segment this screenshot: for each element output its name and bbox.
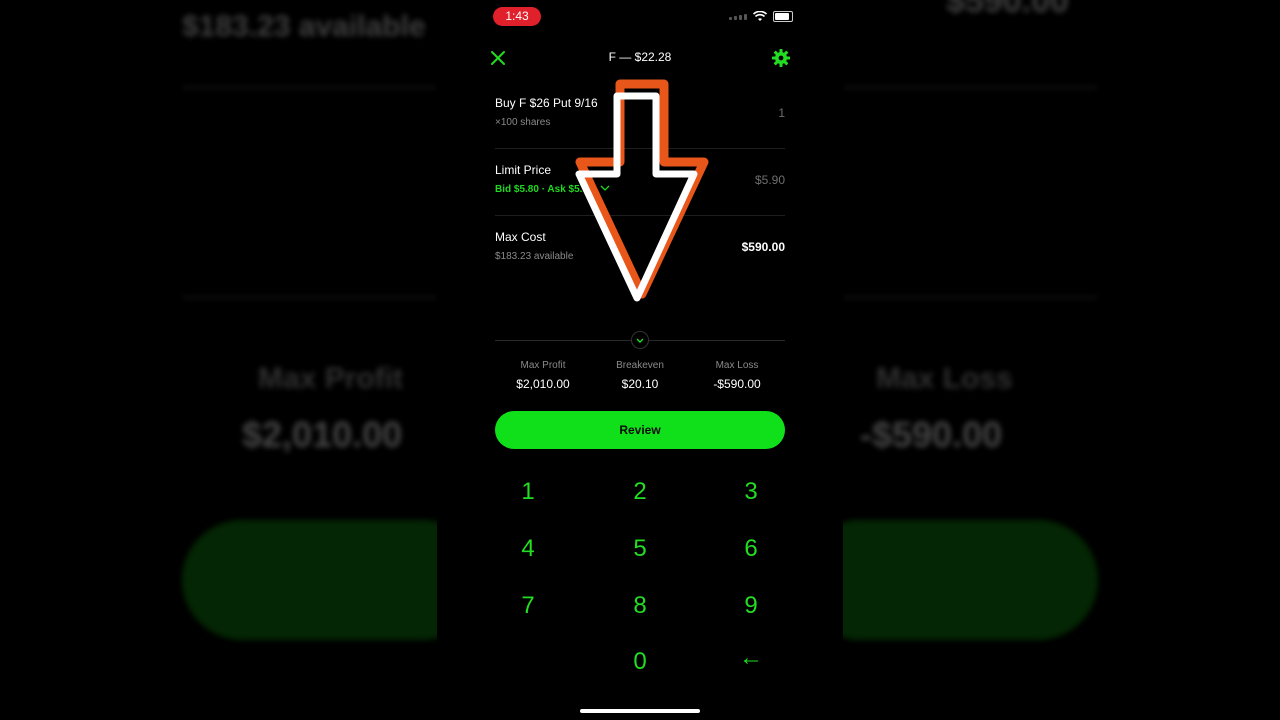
keypad-key-3[interactable]: 3 [711,472,791,512]
limit-price-label: Limit Price [495,163,552,177]
chevron-down-icon [600,185,610,191]
contract-multiplier: ×100 shares [495,117,551,128]
keypad-key-2[interactable]: 2 [600,472,680,512]
stat-value: $2,010.00 [516,377,570,391]
cellular-signal-icon [729,13,747,20]
stat-max-profit: Max Profit $2,010.00 [495,360,591,391]
contract-quantity[interactable]: 1 [778,106,785,120]
keypad-key-4[interactable]: 4 [488,529,568,569]
chevron-down-icon [636,338,644,343]
keypad-key-1[interactable]: 1 [488,472,568,512]
stat-value: $20.10 [621,377,659,391]
stat-label: Breakeven [616,360,664,371]
keypad-key-5[interactable]: 5 [600,529,680,569]
keypad-key-6[interactable]: 6 [711,529,791,569]
stat-breakeven: Breakeven $20.10 [592,360,688,391]
limit-price-value[interactable]: $5.90 [755,173,785,187]
limit-price-row[interactable]: Limit Price Bid $5.80 · Ask $5.95 $5.90 [495,149,785,216]
contract-label: Buy F $26 Put 9/16 [495,96,598,110]
keypad-key-7[interactable]: 7 [488,586,568,626]
order-header: F — $22.28 [437,40,843,76]
wifi-icon [753,11,767,21]
expand-button[interactable] [631,331,649,349]
side-dim-left [0,0,437,720]
phone-screen: 1:43 F — $22.28 Buy F $26 Put 9/16 ×100 … [437,0,843,720]
side-dim-right [843,0,1280,720]
status-time: 1:43 [493,7,541,26]
review-button[interactable]: Review [495,411,785,449]
bid-ask-dropdown[interactable]: Bid $5.80 · Ask $5.95 [495,184,610,195]
risk-stats: Max Profit $2,010.00 Breakeven $20.10 Ma… [495,360,785,391]
home-indicator [580,709,700,713]
gear-icon [772,49,790,67]
status-bar: 1:43 [437,0,843,36]
bid-ask-text: Bid $5.80 · Ask $5.95 [495,184,594,195]
buying-power-available: $183.23 available [495,251,574,262]
settings-button[interactable] [771,48,791,68]
status-icons [729,11,793,22]
max-cost-value: $590.00 [741,240,785,254]
max-cost-label: Max Cost [495,230,546,244]
contract-row[interactable]: Buy F $26 Put 9/16 ×100 shares 1 [495,82,785,149]
keypad-key-9[interactable]: 9 [711,586,791,626]
stat-max-loss: Max Loss -$590.00 [689,360,785,391]
stat-label: Max Loss [715,360,759,371]
keypad-key-0[interactable]: 0 [600,642,680,682]
stat-value: -$590.00 [713,377,761,391]
stat-label: Max Profit [520,360,566,371]
keypad-key-8[interactable]: 8 [600,586,680,626]
max-cost-row: Max Cost $183.23 available $590.00 [495,216,785,282]
backspace-key[interactable]: ← [711,638,791,678]
battery-icon [773,11,793,22]
